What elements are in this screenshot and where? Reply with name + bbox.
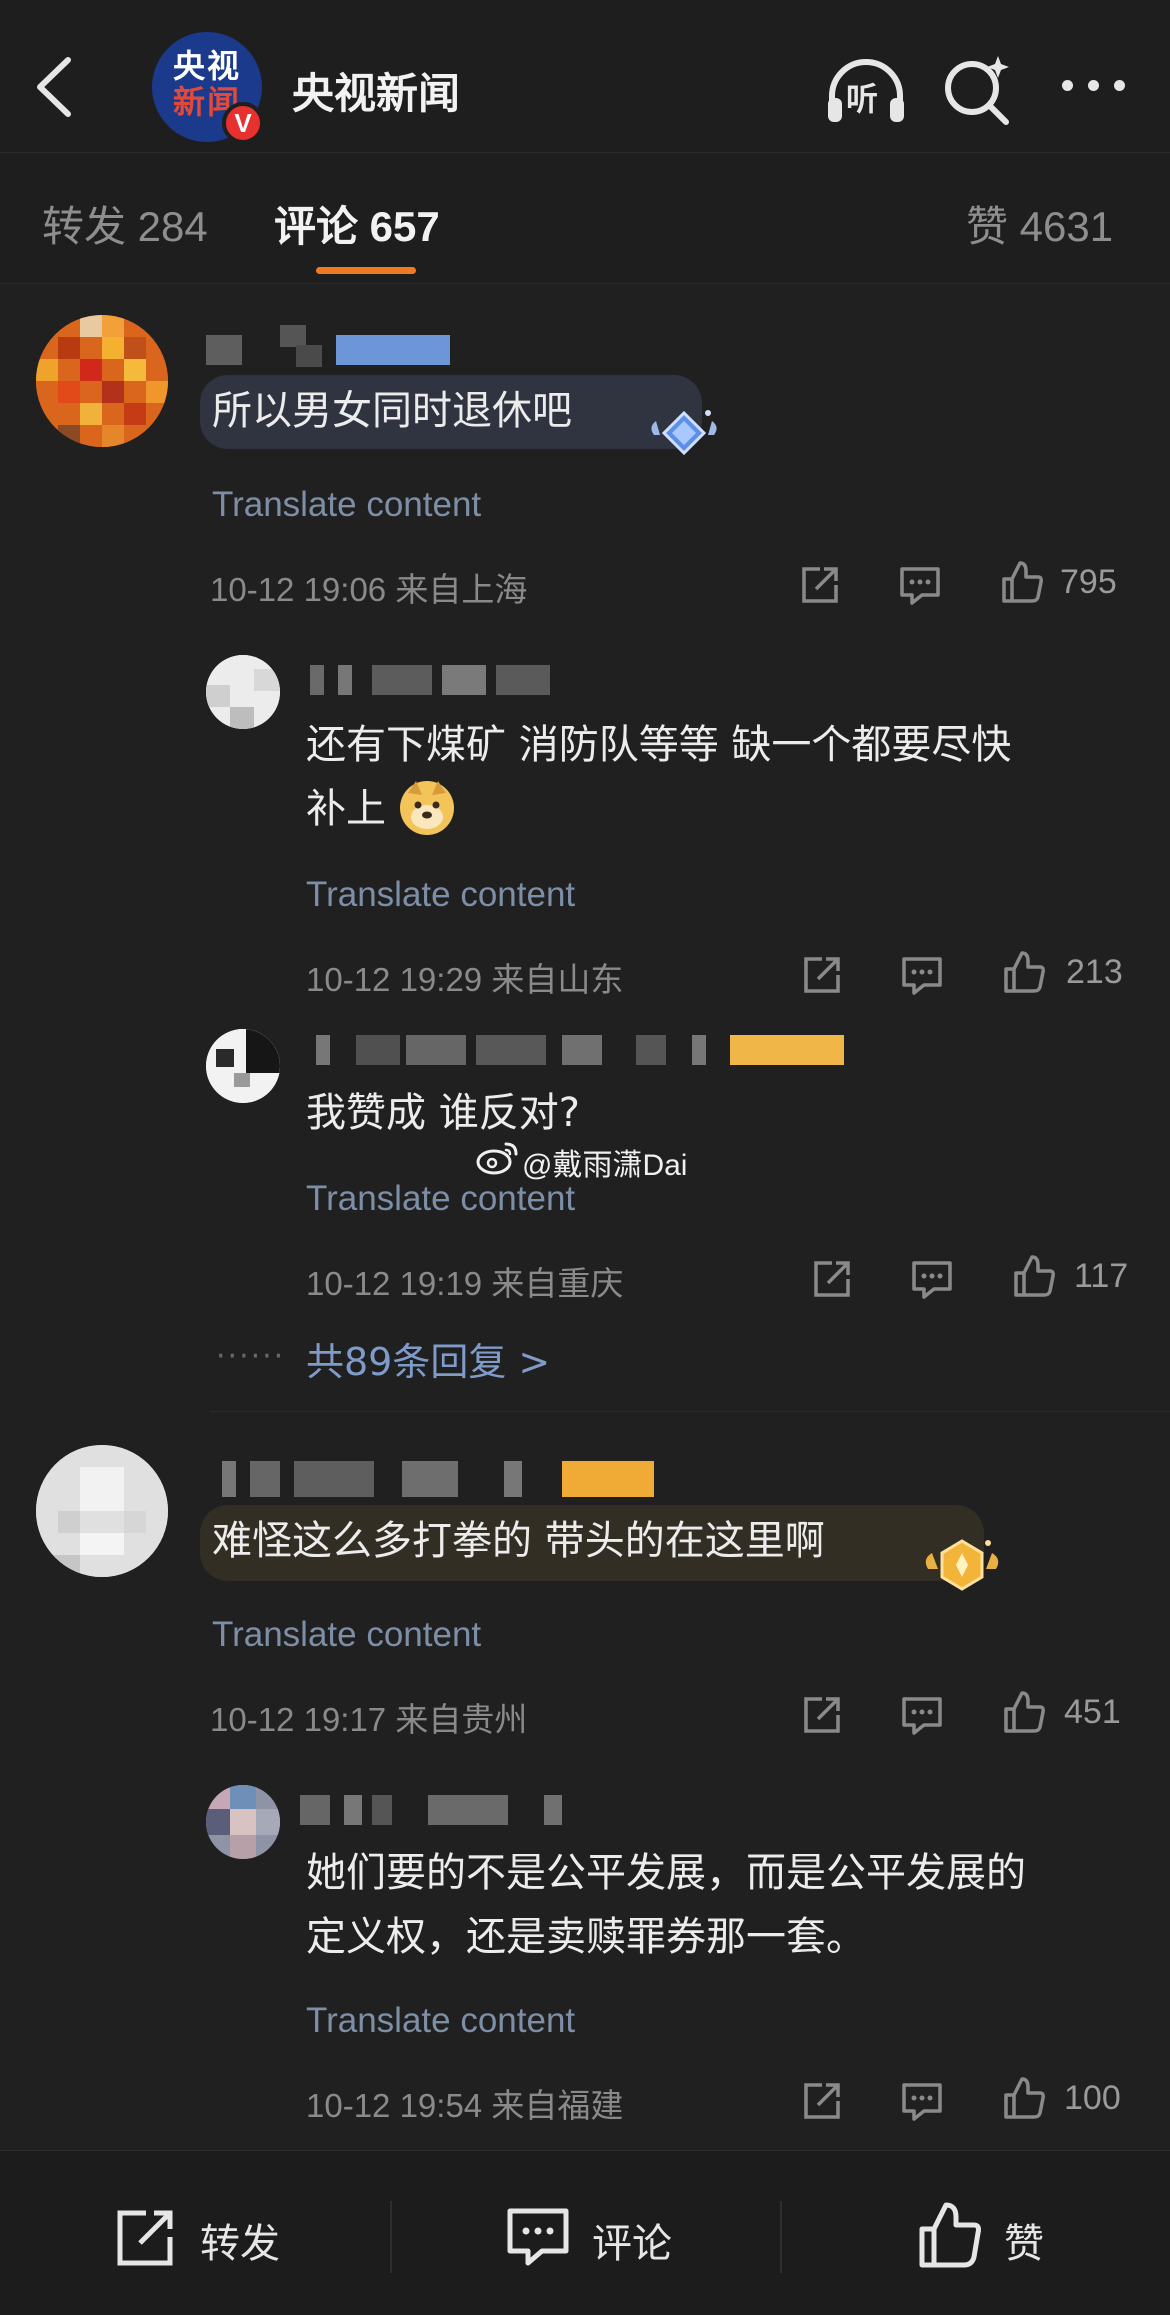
view-more-replies-link[interactable]: 共89条回复 > [306,1331,550,1386]
reply-icon[interactable] [898,2077,946,2125]
reply-name-blurred[interactable] [316,1035,844,1065]
account-name[interactable]: 央视新闻 [292,60,460,121]
like-icon[interactable] [1000,2075,1048,2123]
reply-icon[interactable] [908,1255,956,1303]
tab-comments[interactable]: 评论 657 [274,193,440,254]
gold-badge-icon [925,1539,999,1591]
like-icon[interactable] [998,559,1046,607]
share-icon[interactable] [796,561,844,609]
comment-meta: 10-12 19:17 来自贵州 [210,1701,528,1738]
comment-label: 评论 [592,2221,672,2267]
active-tab-indicator [316,267,416,274]
like-button[interactable]: 赞 [916,2197,1076,2273]
repost-button[interactable]: 转发 [112,2197,312,2273]
repost-label: 转发 [200,2221,280,2267]
comment-text: 所以男女同时退休吧 [212,388,572,434]
reply-text-line2: 定义权，还是卖赎罪券那一套。 [306,1914,866,1960]
translate-link[interactable]: Translate content [306,875,575,915]
back-button[interactable] [28,52,88,122]
like-icon[interactable] [1010,1253,1058,1301]
like-count: 795 [1060,563,1117,601]
reply-icon[interactable] [898,1691,946,1739]
pixelated-avatar-icon [206,1785,280,1859]
repost-icon [117,2210,173,2266]
like-label: 赞 [1004,2221,1044,2267]
like-count: 451 [1064,1693,1121,1731]
commenter-avatar[interactable] [36,315,168,447]
reply-text: 她们要的不是公平发展，而是公平发展的 [306,1850,1026,1896]
share-icon[interactable] [798,2077,846,2125]
reply-meta: 10-12 19:19 来自重庆 [306,1265,624,1302]
share-icon[interactable] [808,1255,856,1303]
bottom-action-bar: 转发 评论 赞 [0,2150,1170,2315]
pixelated-avatar-icon [206,1029,280,1103]
commenter-name-blurred[interactable] [222,1461,654,1497]
translate-link[interactable]: Translate content [306,2001,575,2041]
reply-avatar[interactable] [206,1029,280,1103]
pixelated-avatar-icon [36,315,168,447]
listen-button[interactable]: 听 [824,56,908,126]
top-navigation-bar: 央视 新闻 V 央视新闻 听 [0,0,1170,152]
more-icon [1062,80,1073,91]
diamond-badge-icon [651,410,717,456]
like-count: 213 [1066,953,1123,991]
more-options-button[interactable] [1060,70,1130,100]
comment-divider [210,1411,1170,1412]
reply-meta: 10-12 19:29 来自山东 [306,961,624,998]
pixelated-avatar-icon [206,655,280,729]
more-icon-dot [1114,80,1125,91]
translate-link[interactable]: Translate content [212,1615,481,1655]
reply-icon[interactable] [896,561,944,609]
weibo-logo-icon [476,1142,518,1175]
back-icon [37,57,71,117]
like-icon[interactable] [1000,1689,1048,1737]
reply-name-blurred[interactable] [300,1795,562,1825]
doge-emoji-icon [400,781,454,835]
reply-avatar[interactable] [206,655,280,729]
verified-badge: V [222,102,264,144]
reply-text: 还有下煤矿 消防队等等 缺一个都要尽快 [306,722,1012,768]
translate-link[interactable]: Translate content [212,485,481,525]
tab-reposts[interactable]: 转发 284 [42,193,208,254]
commenter-name-blurred[interactable] [206,325,450,367]
like-count: 100 [1064,2079,1121,2117]
commenter-avatar[interactable] [36,1445,168,1577]
share-icon[interactable] [798,1691,846,1739]
comment-text: 难怪这么多打拳的 带头的在这里啊 [212,1518,825,1564]
reply-avatar[interactable] [206,1785,280,1859]
search-button[interactable] [940,52,1016,128]
more-replies-dots: ······ [216,1339,286,1374]
comment-meta: 10-12 19:06 来自上海 [210,571,528,608]
like-thumb-icon [919,2202,981,2268]
translate-link[interactable]: Translate content [306,1179,575,1219]
watermark-text: @戴雨潇Dai [522,1149,688,1182]
reply-name-blurred[interactable] [310,665,550,695]
comment-feed[interactable]: 所以男女同时退休吧 Translate content 10-12 19:06 … [0,285,1170,2150]
comment-icon [507,2208,569,2266]
listen-label: 听 [846,80,879,118]
like-icon[interactable] [1000,949,1048,997]
tab-likes[interactable]: 赞 4631 [966,193,1113,254]
reply-text-line2: 补上 [306,786,386,832]
search-icon [945,56,1009,125]
reply-text: 我赞成 谁反对? [306,1090,580,1136]
like-count: 117 [1074,1257,1129,1295]
comment-button[interactable]: 评论 [504,2197,704,2273]
tab-bar: 转发 284 评论 657 赞 4631 [0,152,1170,284]
reply-meta: 10-12 19:54 来自福建 [306,2087,624,2124]
pixelated-avatar-icon [36,1445,168,1577]
bottom-bar-separator [780,2201,782,2273]
reply-icon[interactable] [898,951,946,999]
share-icon[interactable] [798,951,846,999]
more-icon-dot [1088,80,1099,91]
bottom-bar-separator [390,2201,392,2273]
